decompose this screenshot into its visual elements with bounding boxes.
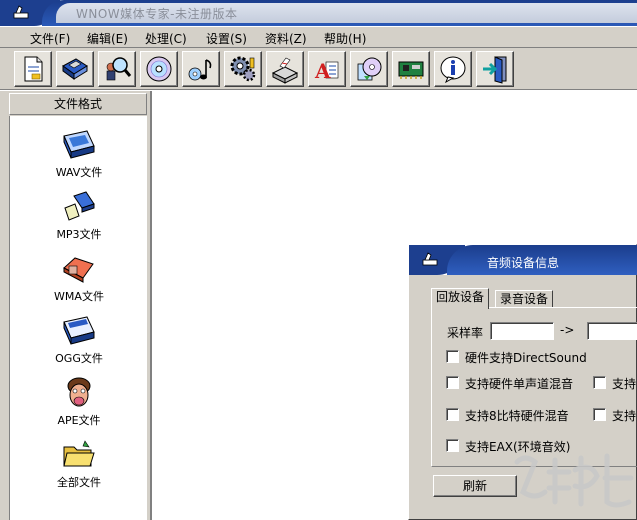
circuit-board-icon <box>398 61 424 79</box>
format-item-label: WAV文件 <box>55 166 103 179</box>
format-item-mp3[interactable]: MP3文件 <box>10 190 148 250</box>
file-format-panel: 文件格式 WAV文件 MP3文件 WMA文件 OGG文件 APE文件 全部文件 <box>0 91 152 520</box>
directsound-label: 硬件支持DirectSound <box>465 351 587 365</box>
eax-checkbox[interactable] <box>446 439 459 452</box>
8bit-mixing-label: 支持8比特硬件混音 <box>465 409 569 423</box>
toolbar-save-button[interactable] <box>56 51 94 87</box>
format-item-wav[interactable]: WAV文件 <box>10 128 148 188</box>
cd-disc-icon <box>146 56 172 82</box>
toolbar-exit-button[interactable] <box>476 51 514 87</box>
toolbar-settings-button[interactable] <box>224 51 262 87</box>
format-item-label: OGG文件 <box>55 352 103 365</box>
app-icon[interactable] <box>12 4 30 20</box>
toolbar-new-button[interactable] <box>14 51 52 87</box>
support-label-right-2: 支持 <box>612 409 637 423</box>
dialog-app-icon[interactable] <box>421 251 439 267</box>
title-bar: WNOW媒体专家-未注册版本 <box>0 0 637 26</box>
8bit-mixing-checkbox[interactable] <box>446 408 459 421</box>
menu-file[interactable]: 文件(F) <box>28 30 72 47</box>
toolbar-cd-button[interactable] <box>140 51 178 87</box>
support-checkbox-right-1[interactable] <box>593 376 606 389</box>
floppy-save-icon <box>62 58 88 80</box>
sample-rate-from-input[interactable] <box>490 322 554 340</box>
menu-bar: 文件(F) 编辑(E) 处理(C) 设置(S) 资料(Z) 帮助(H) <box>0 26 637 48</box>
menu-data[interactable]: 资料(Z) <box>263 30 309 47</box>
format-item-label: APE文件 <box>57 414 101 427</box>
support-label-right-1: 支持 <box>612 377 637 391</box>
toolbar-text-button[interactable]: A <box>308 51 346 87</box>
ape-file-icon <box>67 377 91 407</box>
magnifier-people-icon <box>106 57 132 81</box>
cd-box-icon <box>357 57 382 81</box>
menu-process[interactable]: 处理(C) <box>143 30 189 47</box>
toolbar-scan-button[interactable] <box>266 51 304 87</box>
mono-mixing-label: 支持硬件单声道混音 <box>465 377 574 391</box>
toolbar-search-button[interactable] <box>98 51 136 87</box>
format-item-all[interactable]: 全部文件 <box>10 438 148 498</box>
format-item-label: MP3文件 <box>56 228 102 241</box>
folder-icon <box>63 440 95 467</box>
format-item-wma[interactable]: WMA文件 <box>10 252 148 312</box>
ogg-file-icon <box>63 316 95 345</box>
format-item-label: WMA文件 <box>54 290 104 303</box>
dialog-title: 音频设备信息 <box>487 256 560 270</box>
music-notes-icon <box>188 59 212 81</box>
format-item-ape[interactable]: APE文件 <box>10 376 148 436</box>
watermark-logo <box>514 453 634 508</box>
mono-mixing-checkbox[interactable] <box>446 376 459 389</box>
window-title: WNOW媒体专家-未注册版本 <box>76 7 238 21</box>
menu-edit[interactable]: 编辑(E) <box>85 30 130 47</box>
format-item-label: 全部文件 <box>57 476 101 489</box>
file-format-header: 文件格式 <box>9 93 147 115</box>
sample-rate-to-input[interactable] <box>587 322 637 340</box>
info-icon <box>440 56 466 84</box>
wma-file-icon <box>63 257 94 283</box>
sample-rate-arrow: -> <box>560 323 575 337</box>
document-icon <box>24 56 43 82</box>
menu-help[interactable]: 帮助(H) <box>322 30 368 47</box>
file-format-list: WAV文件 MP3文件 WMA文件 OGG文件 APE文件 全部文件 <box>9 116 147 520</box>
sample-rate-label: 采样率 <box>447 326 484 340</box>
directsound-checkbox[interactable] <box>446 350 459 363</box>
tab-recording[interactable]: 录音设备 <box>495 290 554 308</box>
wav-file-icon <box>63 130 95 159</box>
toolbar-audio-button[interactable] <box>182 51 220 87</box>
toolbar: A <box>0 48 637 90</box>
menu-settings[interactable]: 设置(S) <box>204 30 249 47</box>
support-checkbox-right-2[interactable] <box>593 408 606 421</box>
format-item-ogg[interactable]: OGG文件 <box>10 314 148 374</box>
dialog-title-bar: 音频设备信息 <box>409 245 637 275</box>
tab-playback[interactable]: 回放设备 <box>431 288 490 309</box>
toolbar-disc-button[interactable] <box>350 51 388 87</box>
svg-text:A: A <box>314 59 331 83</box>
scanner-icon <box>271 57 299 84</box>
exit-door-icon <box>483 56 507 84</box>
toolbar-about-button[interactable] <box>434 51 472 87</box>
font-a-icon: A <box>314 59 339 83</box>
gear-icon <box>230 56 256 82</box>
mp3-file-icon <box>64 191 95 221</box>
toolbar-hardware-button[interactable] <box>392 51 430 87</box>
